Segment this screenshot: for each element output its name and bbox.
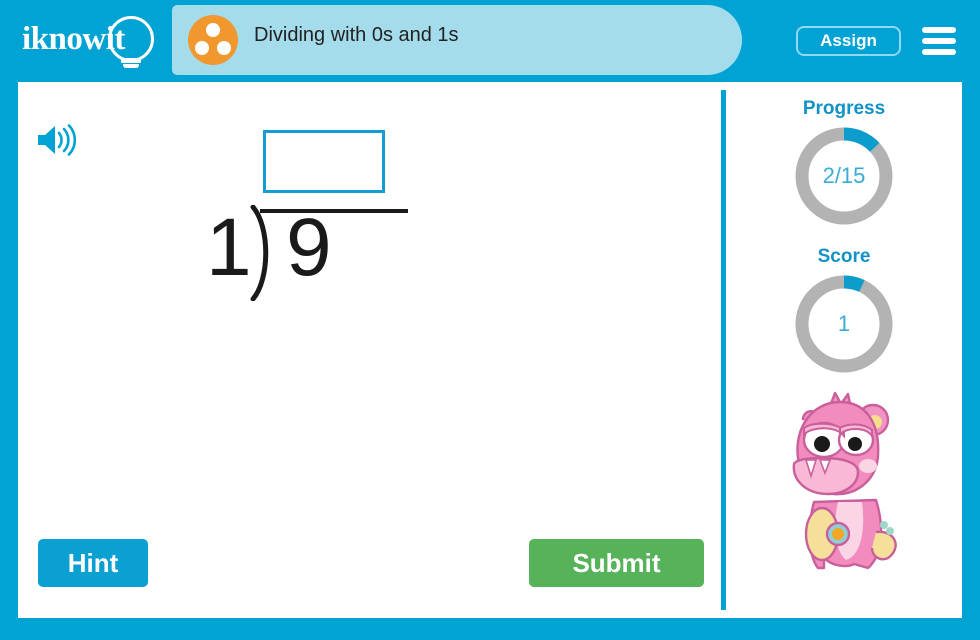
- score-meter: Score 1: [726, 246, 962, 376]
- division-bracket-icon: [250, 204, 276, 302]
- lesson-title-tab: Dividing with 0s and 1s: [172, 5, 742, 75]
- three-dots-circle-icon: [188, 15, 238, 65]
- menu-bar-3: [922, 49, 956, 55]
- lightbulb-base-bottom-icon: [123, 64, 139, 68]
- divisor-value: 1: [206, 202, 252, 293]
- answer-value: [266, 133, 382, 190]
- answer-input-box[interactable]: [263, 130, 385, 193]
- speaker-icon[interactable]: [34, 122, 78, 158]
- progress-ring: 2/15: [792, 124, 896, 228]
- submit-button[interactable]: Submit: [529, 539, 704, 587]
- score-label: Score: [817, 246, 871, 267]
- app-root: iknowit Dividing with 0s and 1s Assign 1…: [0, 0, 980, 640]
- hamburger-menu-icon[interactable]: [922, 26, 956, 56]
- hint-button[interactable]: Hint: [38, 539, 148, 587]
- dividend-value: 9: [286, 202, 332, 293]
- menu-bar-1: [922, 27, 956, 33]
- assign-button[interactable]: Assign: [796, 26, 901, 56]
- app-header: iknowit Dividing with 0s and 1s Assign: [0, 0, 980, 80]
- score-ring: 1: [792, 272, 896, 376]
- side-panel: Progress 2/15 Score 1: [726, 82, 962, 618]
- brand-logo[interactable]: iknowit: [22, 13, 172, 69]
- progress-label: Progress: [802, 98, 886, 119]
- lightbulb-icon: [108, 16, 154, 62]
- badge-dot-right: [217, 41, 231, 55]
- badge-dot-top: [206, 23, 220, 37]
- division-bar: [260, 209, 408, 213]
- lesson-title: Dividing with 0s and 1s: [254, 24, 459, 46]
- score-value: 1: [837, 311, 851, 336]
- pink-monster-mascot: [776, 382, 912, 582]
- division-problem: 1 9: [178, 112, 578, 342]
- progress-meter: Progress 2/15: [726, 98, 962, 228]
- badge-dot-left: [195, 41, 209, 55]
- menu-bar-2: [922, 38, 956, 44]
- lesson-stage: 1 9 Hint Submit Progress 2/15 Score 1: [18, 82, 962, 618]
- progress-value: 2/15: [822, 163, 866, 188]
- lightbulb-base-icon: [121, 58, 141, 63]
